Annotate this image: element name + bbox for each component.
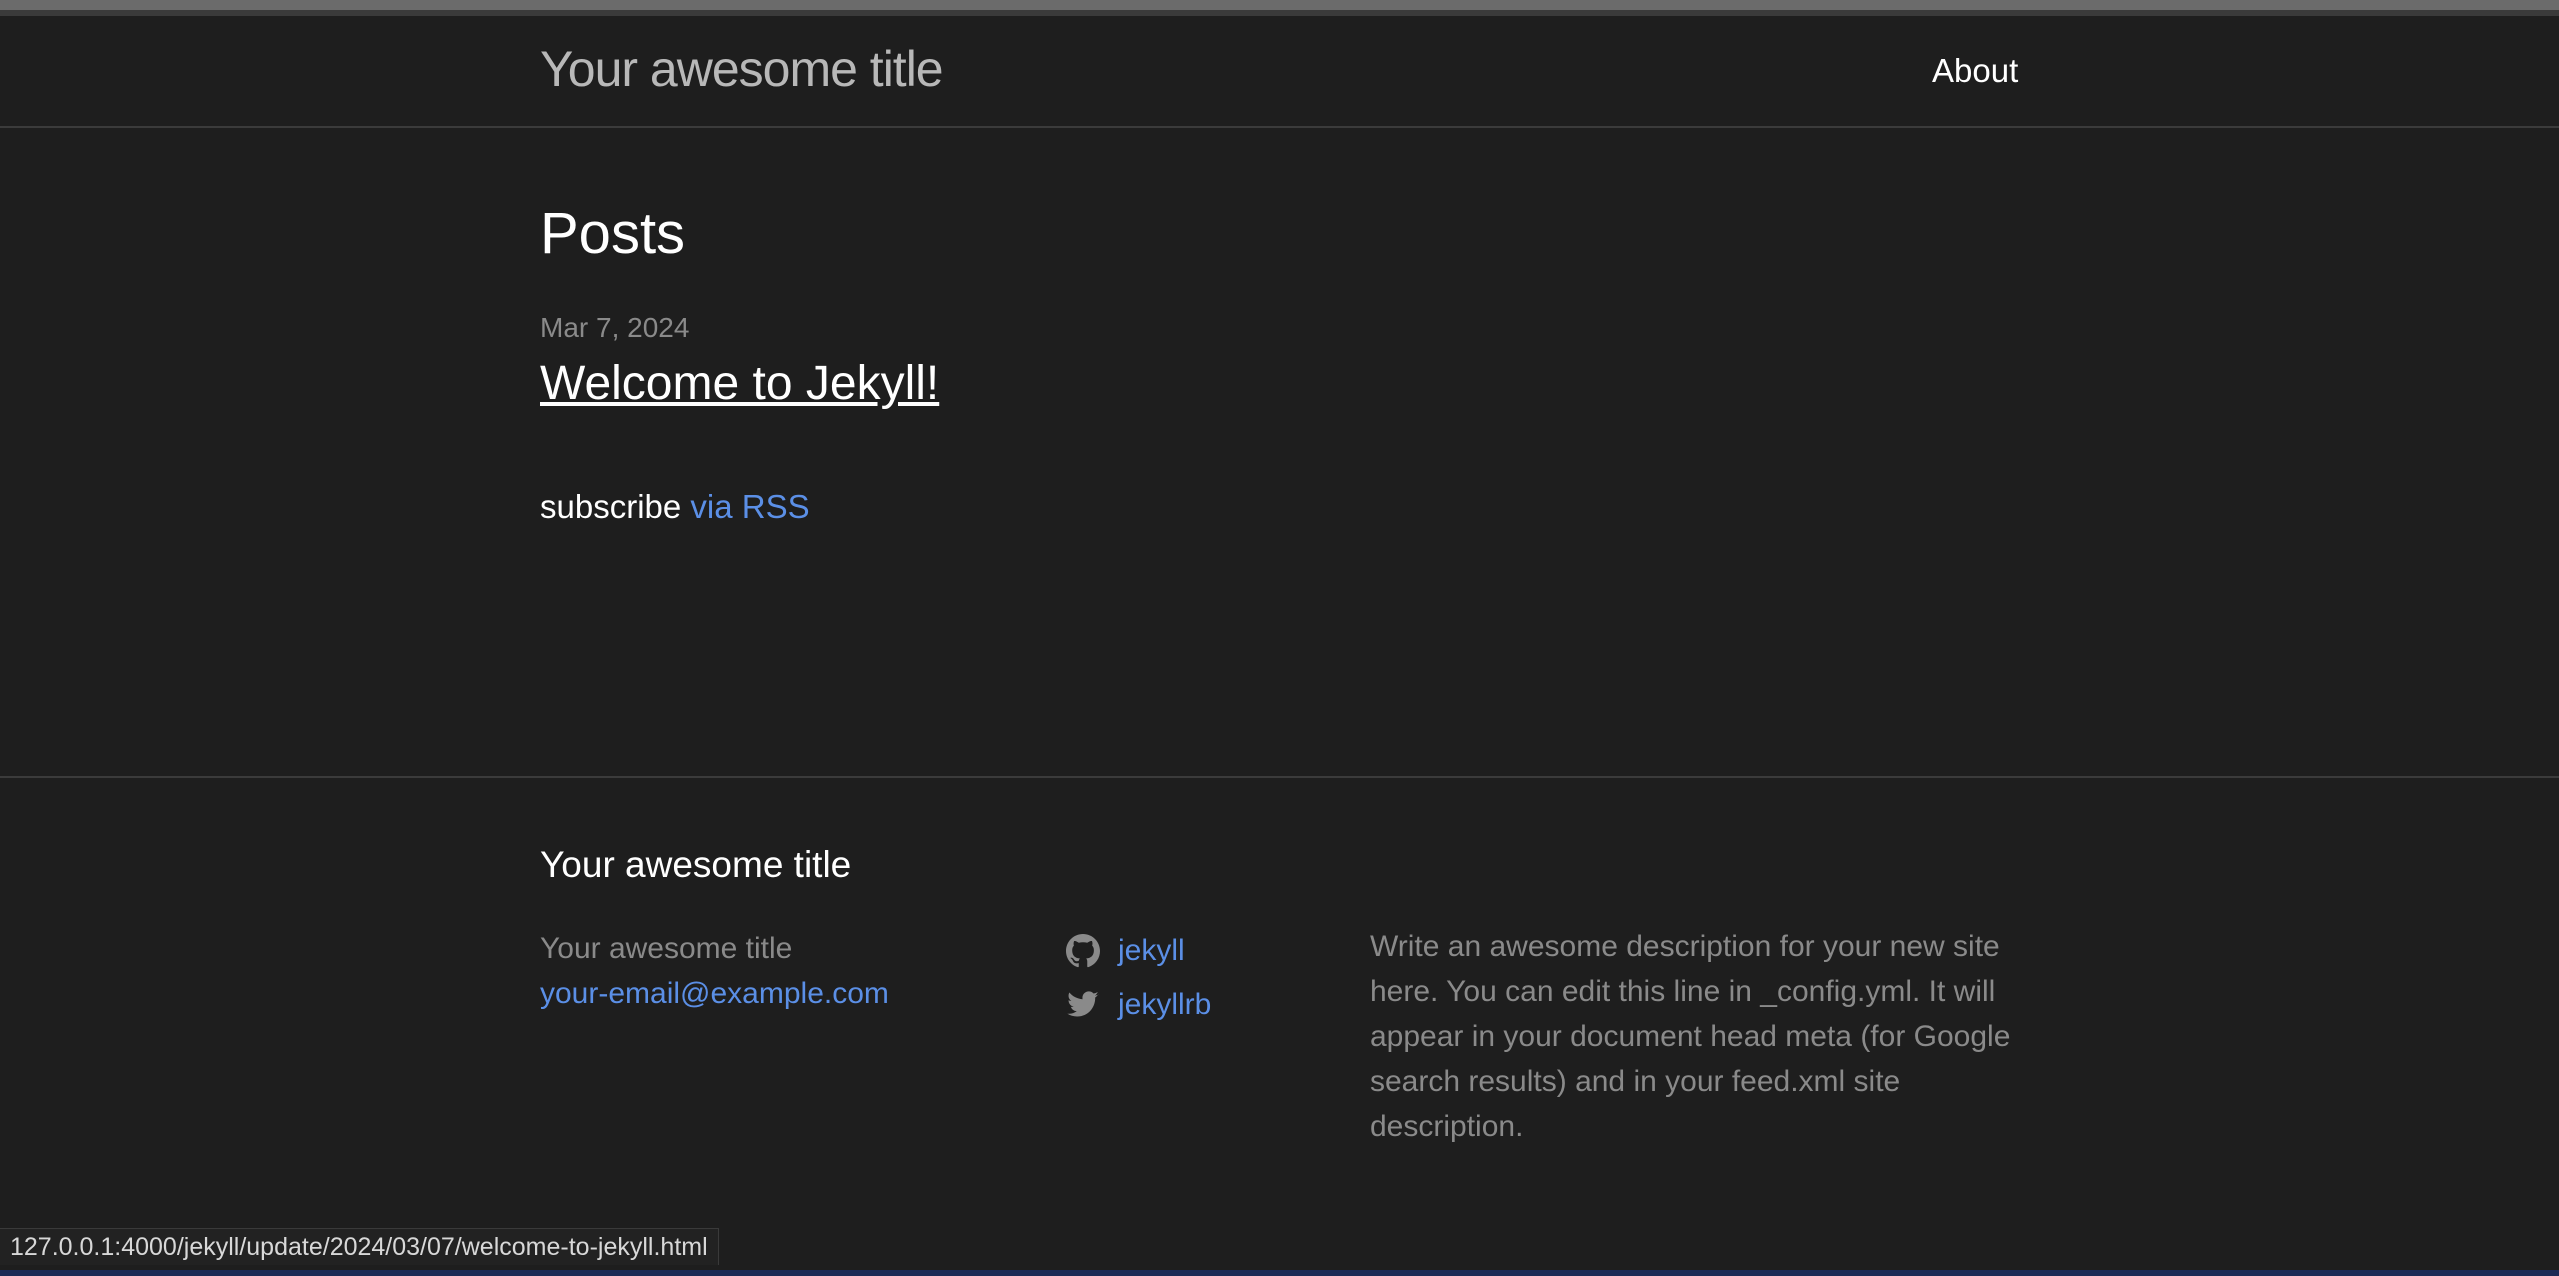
browser-status-bar: 127.0.0.1:4000/jekyll/update/2024/03/07/… [0,1228,719,1265]
post-title-link[interactable]: Welcome to Jekyll! [540,356,939,411]
site-footer: Your awesome title Your awesome title yo… [0,776,2559,1246]
social-item-github[interactable]: jekyll [1066,924,1211,978]
nav-about-link[interactable]: About [1932,52,2018,90]
github-icon [1066,934,1100,968]
footer-contact: Your awesome title your-email@example.co… [540,926,889,1016]
site-header: Your awesome title About [0,16,2559,128]
footer-name: Your awesome title [540,932,793,965]
rss-prefix: subscribe [540,488,682,525]
rss-link[interactable]: via RSS [690,488,809,525]
social-item-twitter[interactable]: jekyllrb [1066,978,1211,1032]
post-date: Mar 7, 2024 [540,312,690,343]
footer-heading: Your awesome title [540,844,852,885]
twitter-icon [1067,991,1099,1017]
footer-social: jekyll jekyllrb [1066,924,1211,1032]
site-description: Write an awesome description for your ne… [1370,930,2011,1143]
github-link[interactable]: jekyll [1118,934,1185,968]
rss-subscribe: subscribe via RSS [540,488,810,526]
site-title-link[interactable]: Your awesome title [540,40,944,98]
window-bottom-accent [0,1270,2559,1276]
footer-email-link[interactable]: your-email@example.com [540,971,889,1016]
twitter-link[interactable]: jekyllrb [1118,988,1211,1022]
page-heading: Posts [540,201,686,266]
